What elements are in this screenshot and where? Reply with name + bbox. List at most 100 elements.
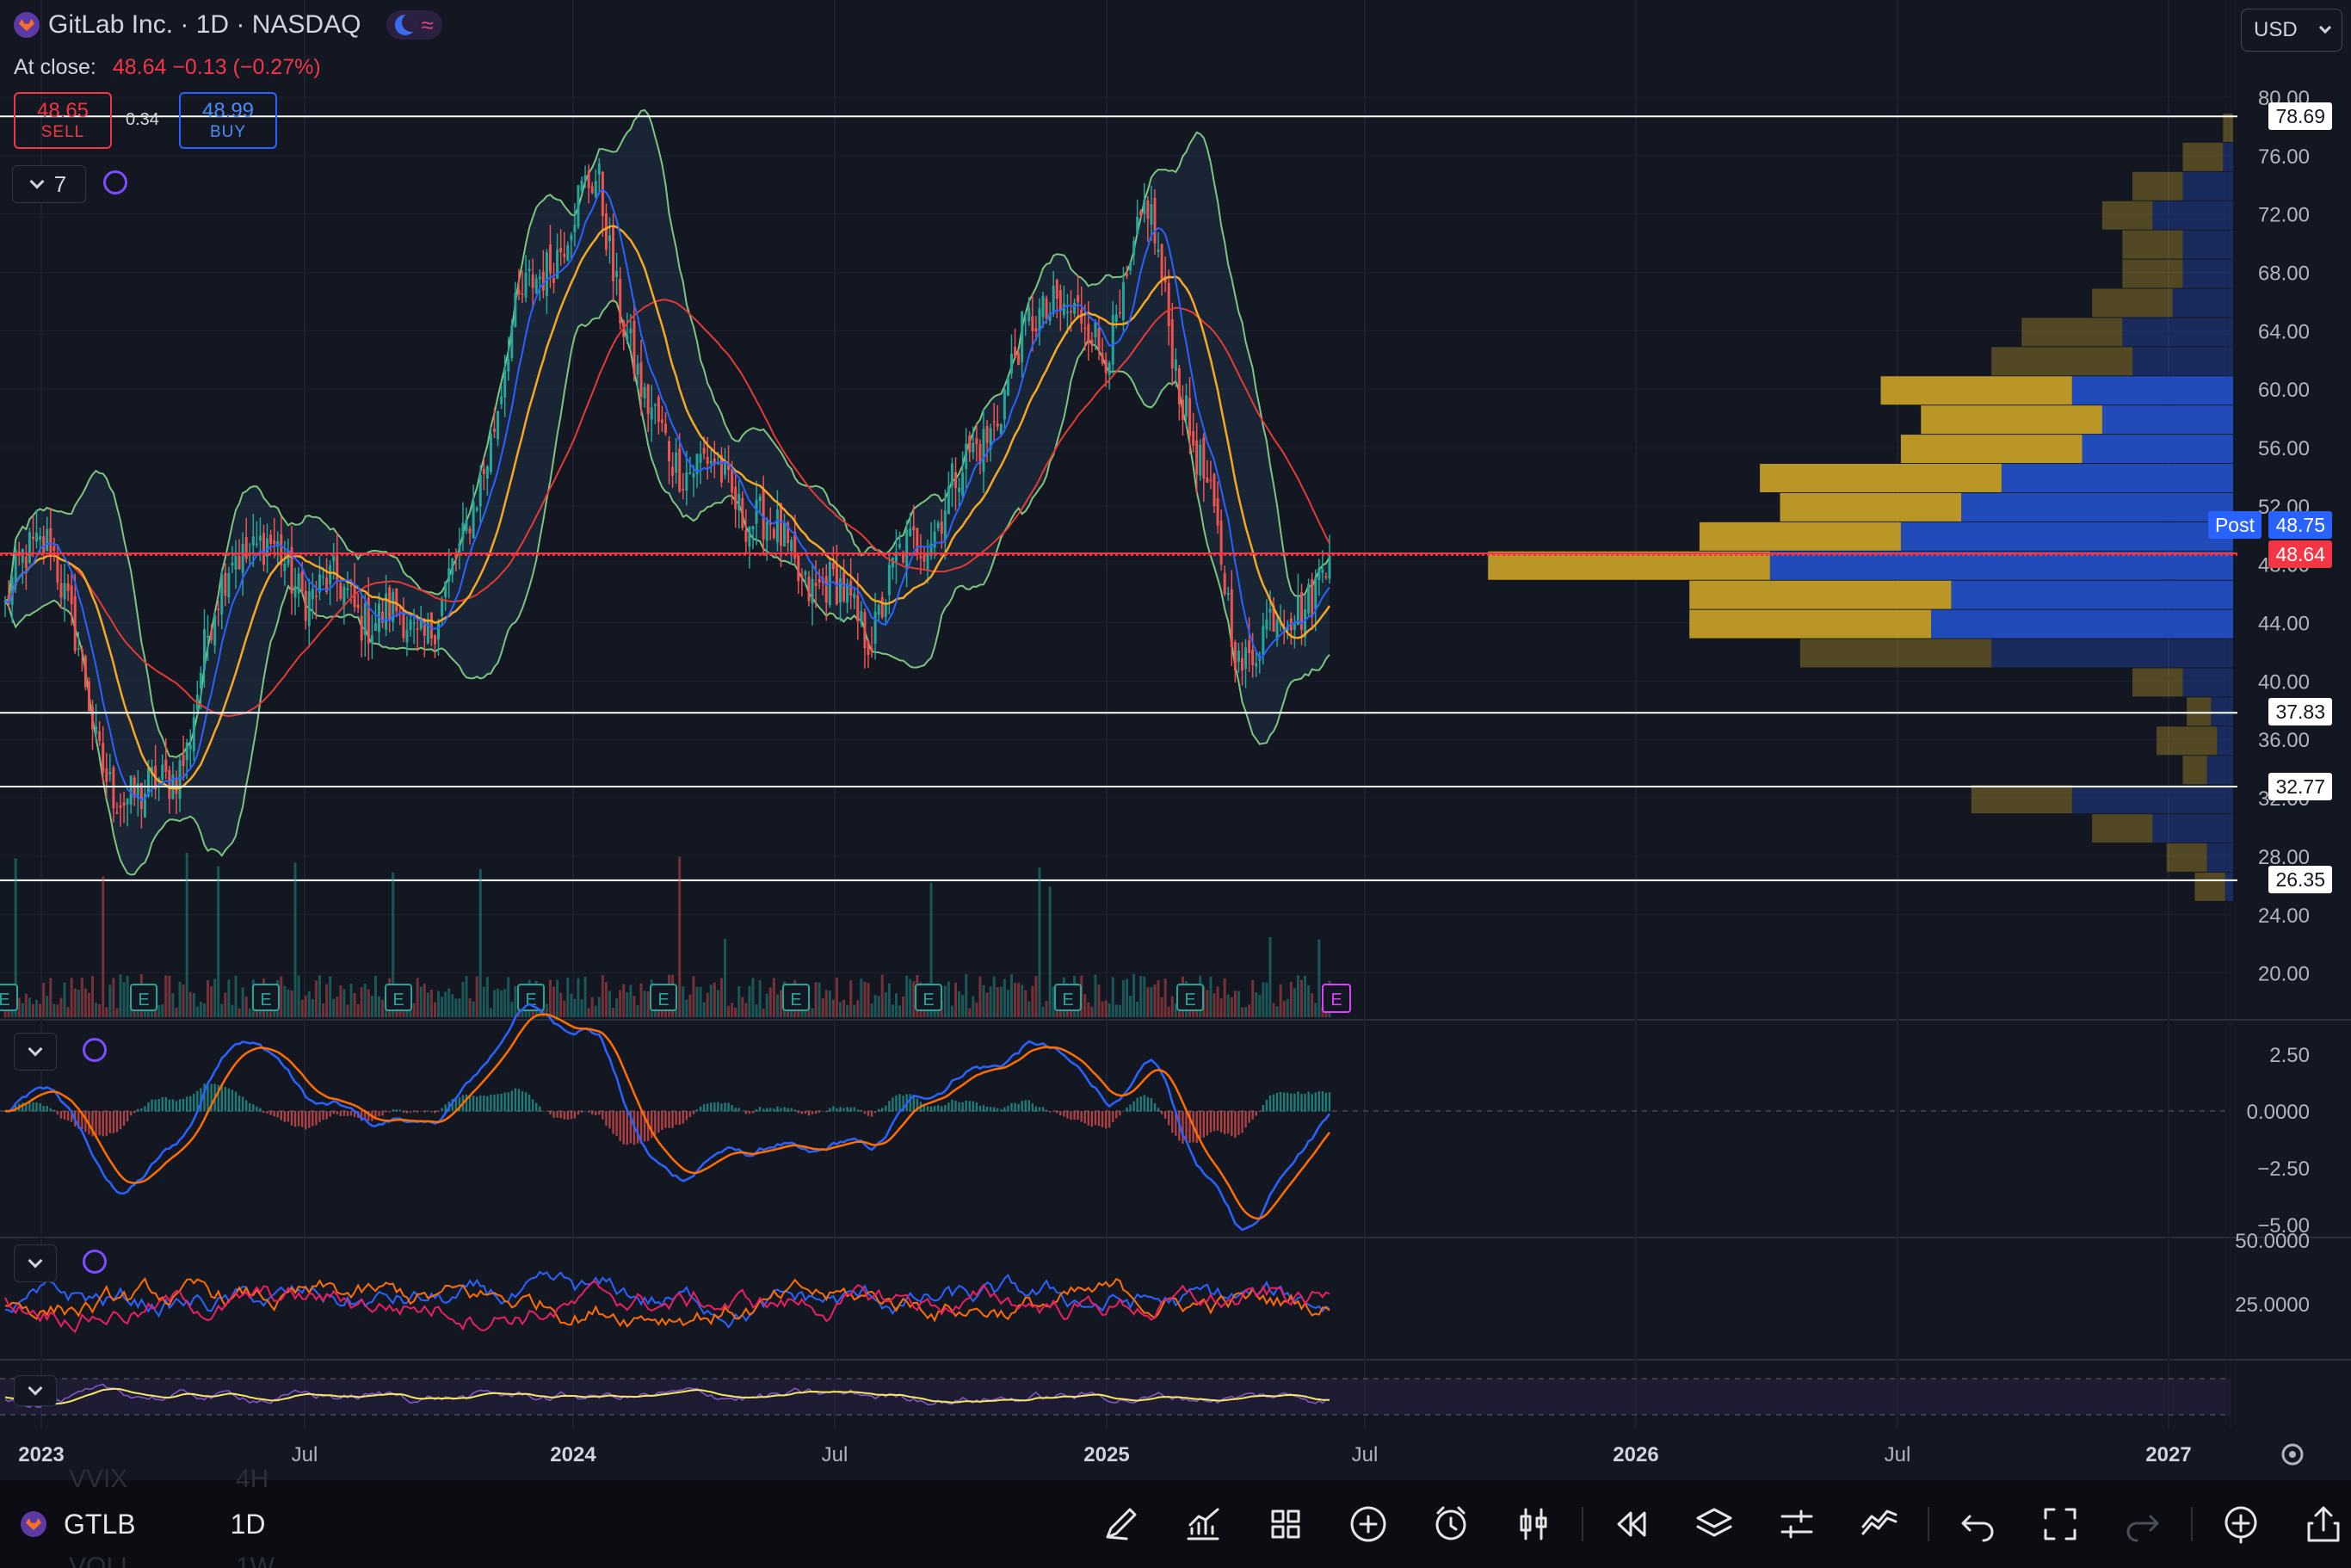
candle-body [626, 334, 629, 342]
macd-histogram-bar [944, 1104, 947, 1112]
macd-histogram-bar [151, 1099, 153, 1112]
volume-bar [835, 977, 838, 1017]
macd-histogram-bar [598, 1111, 601, 1115]
settings-icon-path [1780, 1509, 1813, 1539]
buy-button[interactable]: 48.99 BUY [179, 92, 277, 149]
macd-histogram-bar [262, 1111, 265, 1114]
time-axis-label: 2025 [1083, 1443, 1129, 1466]
candle-body [329, 565, 332, 585]
macd-histogram-bar [32, 1102, 34, 1112]
volume-bar [318, 975, 321, 1017]
macd-histogram-bar [102, 1111, 104, 1137]
earnings-marker-label: E [260, 991, 271, 1009]
compare-button[interactable] [1838, 1498, 1921, 1550]
symbol-header[interactable]: GitLab Inc. · 1D · NASDAQ ≈ [14, 10, 442, 40]
macd-histogram-bar [1021, 1101, 1023, 1112]
volume-bar [950, 1005, 953, 1017]
volume-bar [248, 1008, 251, 1017]
volume-bar [762, 1008, 765, 1017]
interval-selector[interactable]: 1D [231, 1509, 266, 1540]
volume-bar [98, 1003, 102, 1017]
fullscreen-button[interactable] [2019, 1498, 2101, 1550]
indicators-button[interactable] [1162, 1498, 1244, 1550]
bars-button[interactable] [1492, 1498, 1575, 1550]
indicators-toggle[interactable]: 7 [12, 165, 86, 203]
volume-bar [426, 992, 429, 1017]
settings-button[interactable] [1756, 1498, 1838, 1550]
alert-button[interactable] [1410, 1498, 1492, 1550]
volume-bar [349, 984, 353, 1017]
redo-button[interactable] [2101, 1498, 2184, 1550]
volume-bar [336, 997, 339, 1017]
macd-histogram-bar [636, 1111, 639, 1144]
candle-body [395, 588, 398, 612]
volume-bar [213, 978, 217, 1017]
rsi-pane-toggle[interactable] [14, 1375, 57, 1406]
candle-body [297, 573, 300, 594]
volume-bar [839, 1002, 842, 1017]
volume-bar [570, 993, 573, 1017]
grid-button[interactable] [1244, 1498, 1327, 1550]
macd-histogram-bar [867, 1111, 870, 1116]
macd-histogram-bar [951, 1099, 953, 1112]
macd-histogram-bar [49, 1108, 52, 1112]
volume-bar [314, 980, 318, 1017]
volume-profile-buy-bar [2071, 785, 2233, 814]
macd-histogram-bar [339, 1111, 342, 1116]
macd-histogram-bar [308, 1111, 311, 1128]
add-button[interactable] [1327, 1498, 1410, 1550]
currency-select[interactable]: USD [2241, 9, 2342, 52]
sync-icon[interactable] [103, 170, 127, 199]
macd-histogram-bar [1182, 1111, 1184, 1144]
macd-histogram-bar [409, 1111, 412, 1113]
macd-histogram-bar [1227, 1111, 1230, 1134]
dmi-sync-icon[interactable] [83, 1250, 107, 1278]
macd-histogram-bar [1279, 1091, 1282, 1112]
volume-bar [601, 975, 604, 1017]
symbol-selector[interactable]: GTLB [21, 1509, 136, 1540]
session-toggle[interactable]: ≈ [386, 10, 442, 40]
candle-body [311, 589, 314, 600]
macd-pane-toggle[interactable] [14, 1033, 57, 1071]
macd-histogram-bar [583, 1110, 587, 1112]
macd-histogram-bar [881, 1108, 884, 1112]
macd-histogram-bar [590, 1111, 594, 1114]
volume-bar [95, 1003, 98, 1017]
dmi-pane-toggle[interactable] [14, 1244, 57, 1282]
candle-body [1121, 282, 1125, 320]
macd-sync-icon[interactable] [83, 1038, 107, 1066]
share-button[interactable] [2282, 1498, 2351, 1550]
candle-body [1062, 304, 1065, 316]
layers-button[interactable] [1673, 1498, 1756, 1550]
candle-body [503, 369, 507, 398]
macd-histogram-bar [305, 1111, 307, 1130]
volume-bar [709, 985, 713, 1017]
macd-histogram-bar [1262, 1105, 1265, 1112]
undo-button[interactable] [1936, 1498, 2019, 1550]
candle-body [748, 526, 751, 547]
chart-canvas[interactable]: 80.0076.0072.0068.0064.0060.0056.0052.00… [0, 0, 2351, 1568]
volume-bar [842, 999, 846, 1017]
macd-histogram-bar [563, 1111, 565, 1120]
macd-histogram-bar [1202, 1111, 1206, 1138]
sell-button[interactable]: 48.65 SELL [14, 92, 112, 149]
volume-bar [1150, 987, 1153, 1017]
macd-histogram-bar [1063, 1111, 1065, 1117]
volume-bar [373, 976, 377, 1017]
earnings-marker-label: E [138, 991, 149, 1009]
macd-histogram-bar [283, 1111, 287, 1122]
pen-button[interactable] [1079, 1498, 1162, 1550]
macd-histogram-bar [249, 1102, 251, 1112]
macd-histogram-bar [1080, 1111, 1083, 1122]
candle-body [528, 269, 531, 271]
macd-histogram-bar [947, 1102, 950, 1112]
candle-body [220, 574, 224, 615]
macd-histogram-bar [832, 1106, 835, 1112]
volume-profile-buy-bar [2206, 843, 2233, 872]
volume-bar [1209, 976, 1213, 1017]
candle-body [492, 429, 496, 432]
macd-histogram-bar [804, 1111, 807, 1114]
add-indicator-button[interactable] [2200, 1498, 2282, 1550]
replay-button[interactable] [1590, 1498, 1673, 1550]
macd-histogram-bar [842, 1108, 845, 1112]
